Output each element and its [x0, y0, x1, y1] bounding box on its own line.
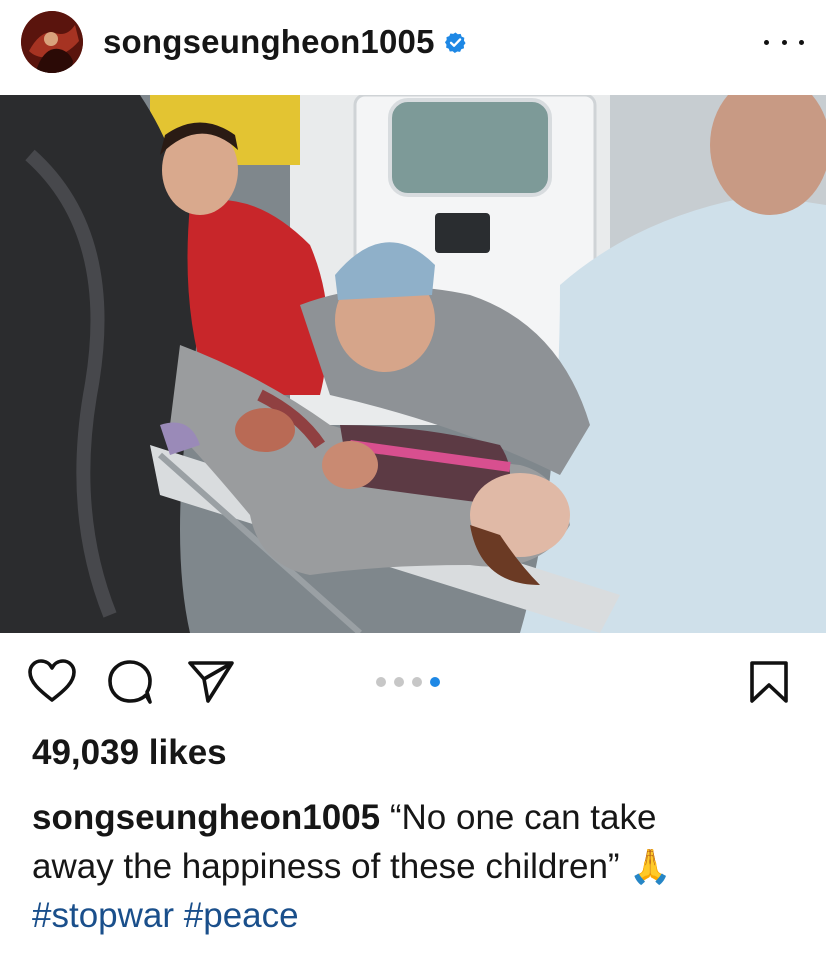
carousel-dot [376, 677, 386, 687]
comment-icon [108, 660, 152, 704]
carousel-dot [412, 677, 422, 687]
like-button[interactable] [27, 658, 77, 704]
carousel-dot [394, 677, 404, 687]
hashtag-peace[interactable]: #peace [184, 896, 299, 935]
caption-text-line1: “No one can take [389, 798, 657, 837]
likes-count[interactable]: 49,039 likes [32, 733, 227, 773]
carousel-dot-active [430, 677, 440, 687]
caption-username[interactable]: songseungheon1005 [32, 798, 380, 837]
verified-badge-icon [444, 31, 467, 54]
post-photo[interactable] [0, 95, 826, 633]
post-username[interactable]: songseungheon1005 [103, 23, 435, 61]
bookmark-icon [750, 661, 788, 703]
comment-button[interactable] [106, 659, 156, 705]
ellipsis-dot [781, 39, 787, 45]
ellipsis-icon [764, 39, 769, 45]
post-header: songseungheon1005 [0, 0, 826, 95]
carousel-indicator [376, 677, 440, 687]
username-row: songseungheon1005 [103, 22, 467, 62]
avatar[interactable] [21, 11, 83, 73]
save-button[interactable] [746, 659, 792, 705]
more-options-button[interactable] [764, 28, 804, 56]
paper-plane-icon [188, 661, 234, 703]
post-hashtags: #stopwar #peace [32, 891, 299, 940]
post-caption: songseungheon1005 “No one can take away … [32, 793, 812, 892]
heart-icon [28, 659, 76, 702]
caption-text-line2: away the happiness of these children” [32, 847, 620, 886]
hashtag-stopwar[interactable]: #stopwar [32, 896, 174, 935]
share-button[interactable] [186, 659, 236, 705]
post-action-bar [0, 640, 826, 726]
ellipsis-dot [799, 39, 804, 45]
praying-hands-emoji: 🙏 [629, 848, 672, 886]
